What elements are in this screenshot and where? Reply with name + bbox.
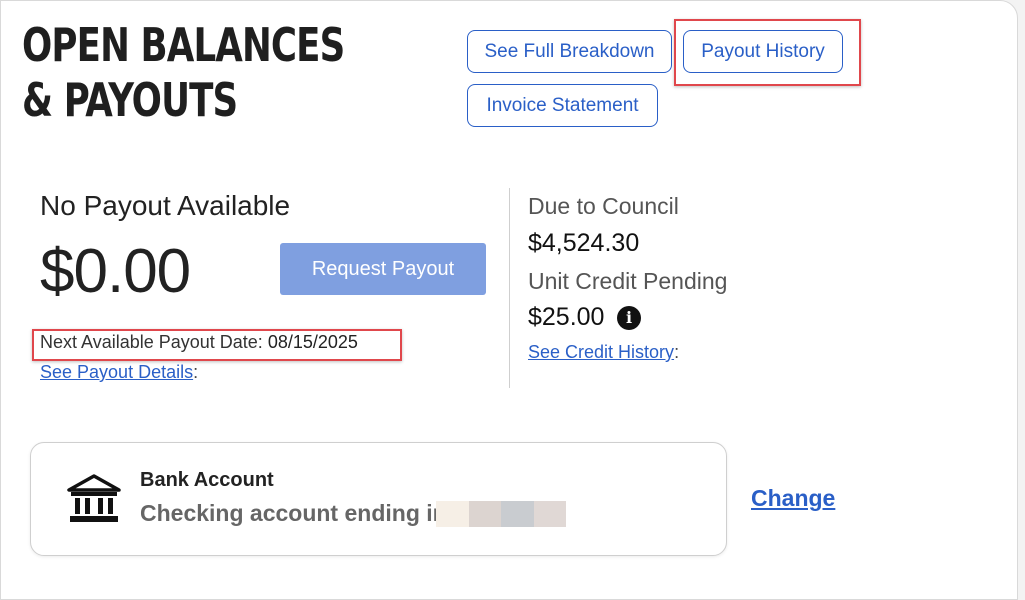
redacted-account-number xyxy=(436,501,566,527)
highlight-box-payout-date xyxy=(32,329,402,361)
invoice-statement-button[interactable]: Invoice Statement xyxy=(467,84,658,127)
payout-amount: $0.00 xyxy=(40,237,191,306)
highlight-box-payout-history xyxy=(674,19,861,86)
unit-credit-pending-value: $25.00 xyxy=(528,303,605,331)
column-divider xyxy=(509,188,510,388)
bank-account-box xyxy=(30,442,727,556)
change-bank-link[interactable]: Change xyxy=(751,485,835,512)
see-payout-details-link[interactable]: See Payout Details xyxy=(40,362,193,382)
request-payout-button[interactable]: Request Payout xyxy=(280,243,486,295)
bank-icon xyxy=(67,474,121,522)
see-credit-history-link[interactable]: See Credit History xyxy=(528,342,674,362)
payout-status-heading: No Payout Available xyxy=(40,190,291,221)
credit-history-suffix: : xyxy=(674,342,680,362)
payout-details-row: See Payout Details: xyxy=(40,362,198,383)
info-icon[interactable]: i xyxy=(617,306,641,330)
unit-credit-pending-label: Unit Credit Pending xyxy=(528,268,728,294)
due-to-council-value: $4,524.30 xyxy=(528,229,640,257)
due-to-council-label: Due to Council xyxy=(528,193,679,219)
page-title: OPEN BALANCES & PAYOUTS xyxy=(22,18,345,127)
bank-account-title: Bank Account xyxy=(140,469,274,491)
payout-details-suffix: : xyxy=(193,362,199,382)
see-full-breakdown-button[interactable]: See Full Breakdown xyxy=(467,30,672,73)
credit-history-row: See Credit History: xyxy=(528,342,679,363)
bank-account-subtitle: Checking account ending in xyxy=(140,500,447,526)
